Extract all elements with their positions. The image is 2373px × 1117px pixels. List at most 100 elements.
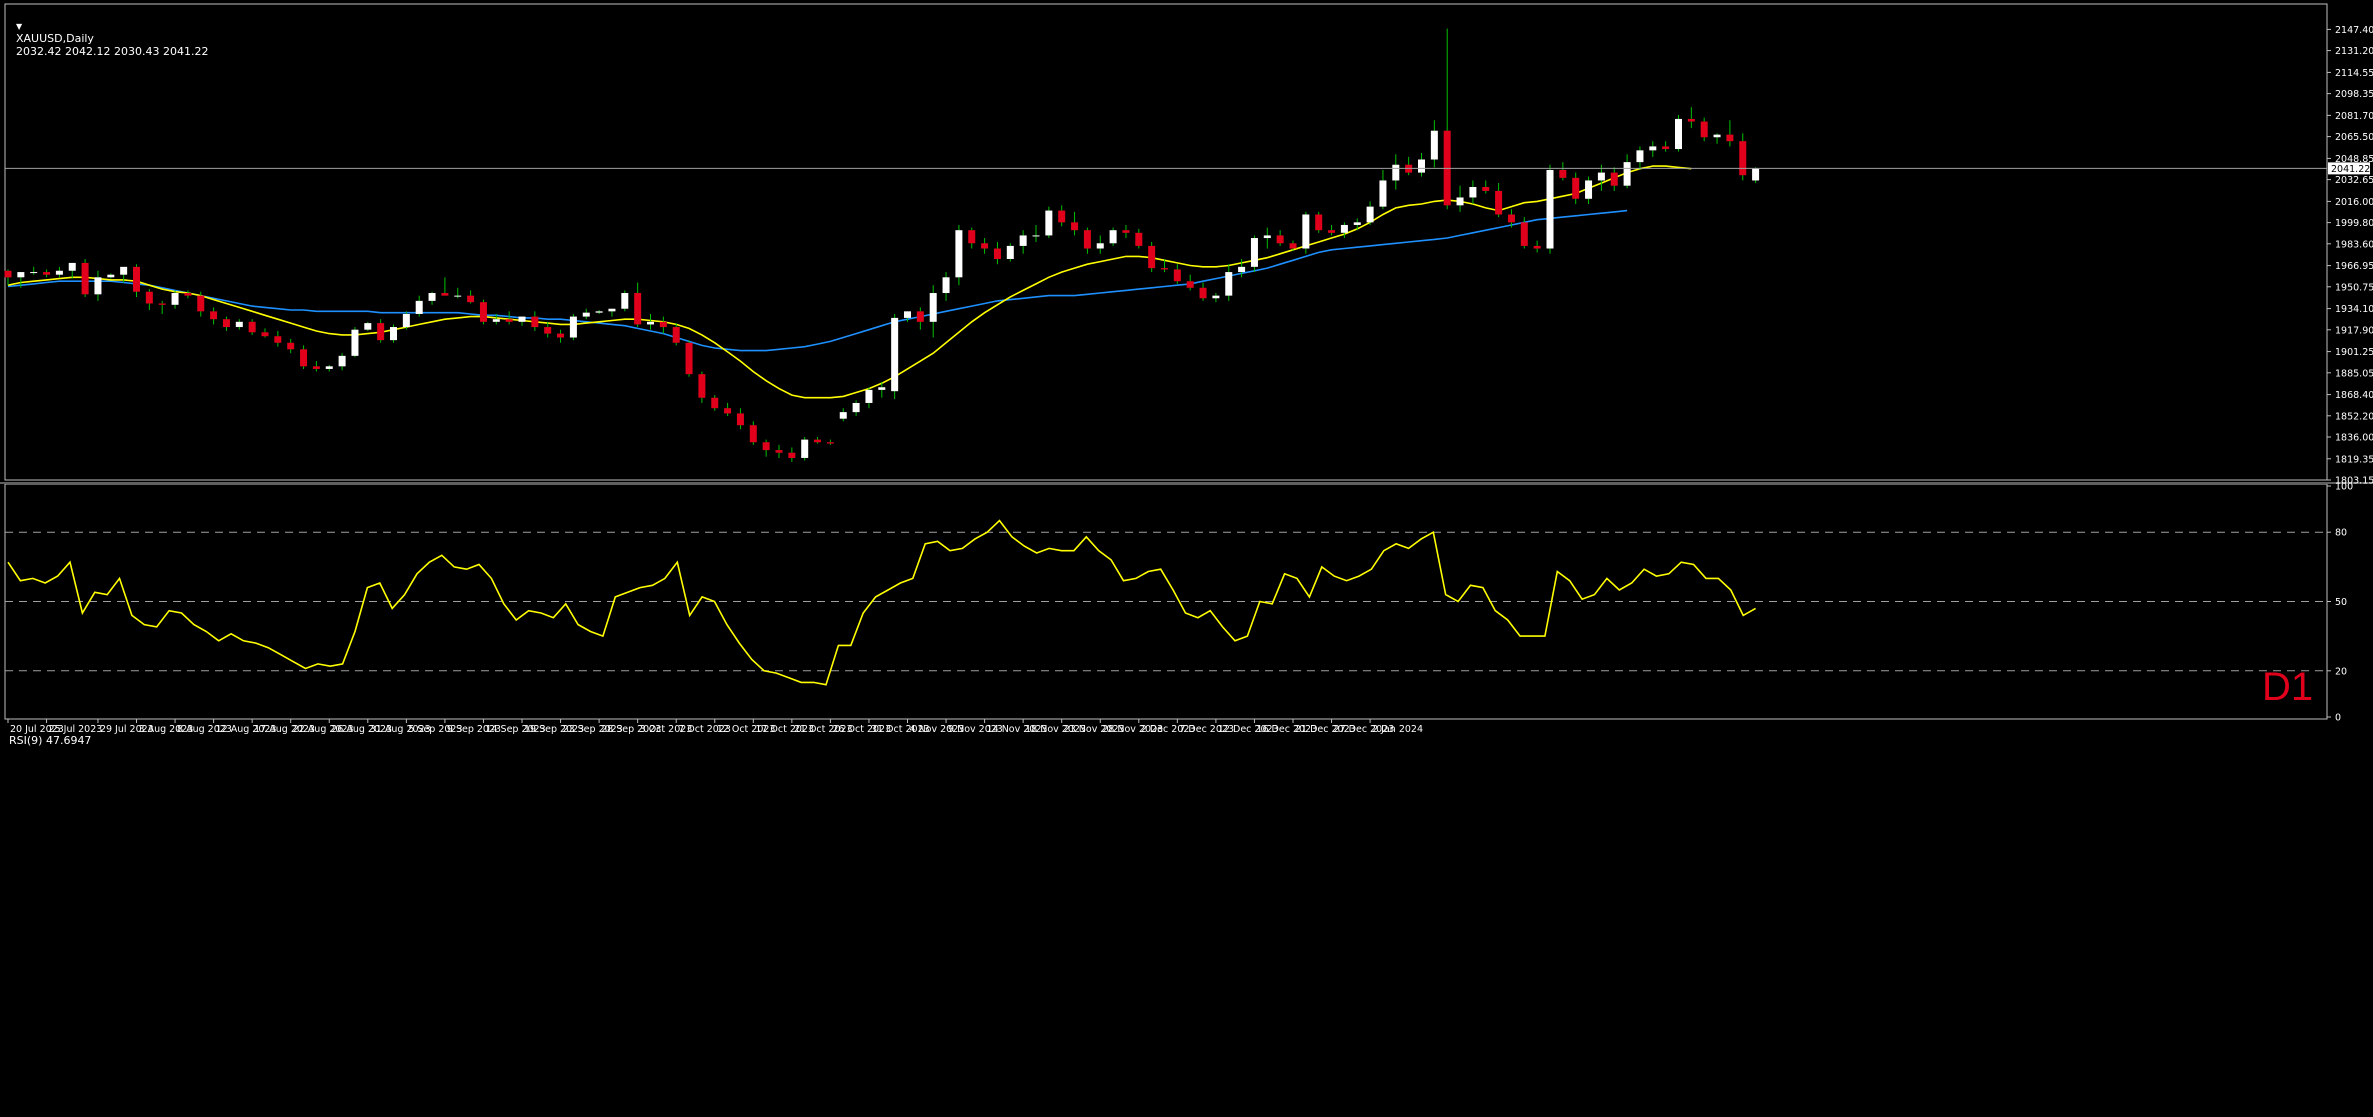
candle-body	[492, 319, 500, 322]
candle-body	[1687, 118, 1695, 122]
candle-body	[1225, 272, 1233, 296]
price-tick-label: 1950.75	[2335, 282, 2373, 293]
candle-body	[1058, 210, 1066, 223]
candle-body	[736, 413, 744, 426]
candle-body	[595, 311, 603, 313]
price-tick-label: 2114.55	[2335, 68, 2373, 79]
candle-body	[81, 262, 89, 295]
candle-body	[1572, 177, 1580, 199]
candle-body	[287, 342, 295, 350]
candle-body	[1186, 281, 1194, 288]
ohlc-values: 2032.42 2042.12 2030.43 2041.22	[16, 45, 209, 58]
candle-body	[1173, 269, 1181, 282]
date-tick-label: 2 Jan 2024	[1372, 724, 1423, 735]
candle-body	[749, 425, 757, 443]
chart-background	[0, 0, 2373, 1117]
candle-body	[235, 321, 243, 328]
candle-body	[145, 291, 153, 304]
candle-body	[724, 408, 732, 414]
candle-body	[441, 293, 449, 296]
candle-body	[338, 355, 346, 367]
candle-body	[621, 293, 629, 309]
timeframe-label: D1	[2262, 665, 2314, 709]
candle-body	[1392, 164, 1400, 181]
candle-body	[1109, 230, 1117, 244]
price-tick-label: 1885.05	[2335, 368, 2373, 379]
panel-separator[interactable]	[0, 482, 2373, 484]
candle-body	[1482, 186, 1490, 191]
symbol-timeframe: XAUUSD,Daily	[16, 32, 94, 45]
candle-body	[865, 389, 873, 403]
rsi-tick-label: 80	[2335, 528, 2347, 539]
candle-body	[402, 313, 410, 328]
candle-body	[685, 342, 693, 375]
candle-body	[1559, 169, 1567, 178]
candle-body	[1340, 224, 1348, 233]
candle-body	[1456, 197, 1464, 206]
candle-body	[544, 327, 552, 334]
candle-body	[1045, 210, 1053, 236]
price-tick-label: 2147.40	[2335, 25, 2373, 36]
candle-body	[1096, 243, 1104, 249]
candle-body	[94, 277, 102, 295]
candle-body	[210, 311, 218, 320]
candle-body	[801, 439, 809, 458]
candle-body	[1353, 222, 1361, 225]
candle-body	[1019, 235, 1027, 246]
candle-body	[762, 442, 770, 451]
candle-body	[659, 321, 667, 328]
candle-body	[1700, 121, 1708, 138]
candle-body	[698, 374, 706, 398]
candle-body	[531, 316, 539, 328]
candle-body	[1302, 214, 1310, 249]
candle-body	[1083, 230, 1091, 249]
price-tick-label: 2081.70	[2335, 111, 2373, 122]
candle-body	[711, 397, 719, 409]
candle-body	[248, 321, 256, 333]
candle-body	[1636, 150, 1644, 163]
candle-body	[364, 323, 372, 330]
candle-body	[1585, 180, 1593, 199]
candle-body	[1713, 134, 1721, 138]
candle-body	[1366, 206, 1374, 223]
rsi-tick-label: 20	[2335, 666, 2347, 677]
candle-body	[1161, 268, 1168, 270]
candle-body	[505, 319, 513, 322]
candle-body	[1623, 162, 1631, 186]
candle-body	[1212, 295, 1220, 299]
candle-body	[1418, 159, 1425, 173]
candle-body	[1726, 134, 1734, 142]
candle-body	[300, 349, 308, 367]
candle-body	[377, 323, 385, 341]
candle-body	[261, 332, 269, 337]
candle-body	[390, 327, 397, 341]
price-tick-label: 2032.65	[2335, 175, 2373, 186]
price-tick-label: 1999.80	[2335, 218, 2373, 229]
candle-body	[1469, 186, 1477, 198]
candle-body	[1649, 146, 1657, 151]
candle-body	[43, 272, 51, 275]
price-tick-label: 1966.95	[2335, 261, 2373, 272]
candle-body	[197, 295, 205, 312]
candle-body	[916, 311, 924, 322]
candle-body	[1546, 169, 1554, 249]
chart-canvas: 2147.40 2131.20 2114.55 2098.35 2081.70 2065.…	[0, 0, 2373, 1117]
candle-body	[325, 366, 333, 369]
candle-body	[120, 266, 128, 275]
rsi-header: RSI(9) 47.6947	[9, 734, 92, 747]
candle-body	[1662, 146, 1670, 150]
candle-body	[672, 327, 680, 343]
price-tick-label: 2065.50	[2335, 132, 2373, 143]
candle-body	[17, 272, 25, 278]
candle-body	[1520, 222, 1528, 246]
candle-body	[1148, 245, 1156, 269]
candle-body	[891, 317, 899, 392]
candle-body	[518, 316, 526, 322]
candle-body	[1276, 235, 1284, 244]
collapse-arrow-icon[interactable]: ▼	[16, 22, 22, 31]
candle-body	[788, 452, 796, 458]
price-tick-label: 1917.90	[2335, 325, 2373, 336]
candle-body	[814, 439, 822, 443]
candle-body	[1289, 243, 1297, 249]
candle-body	[878, 387, 886, 390]
